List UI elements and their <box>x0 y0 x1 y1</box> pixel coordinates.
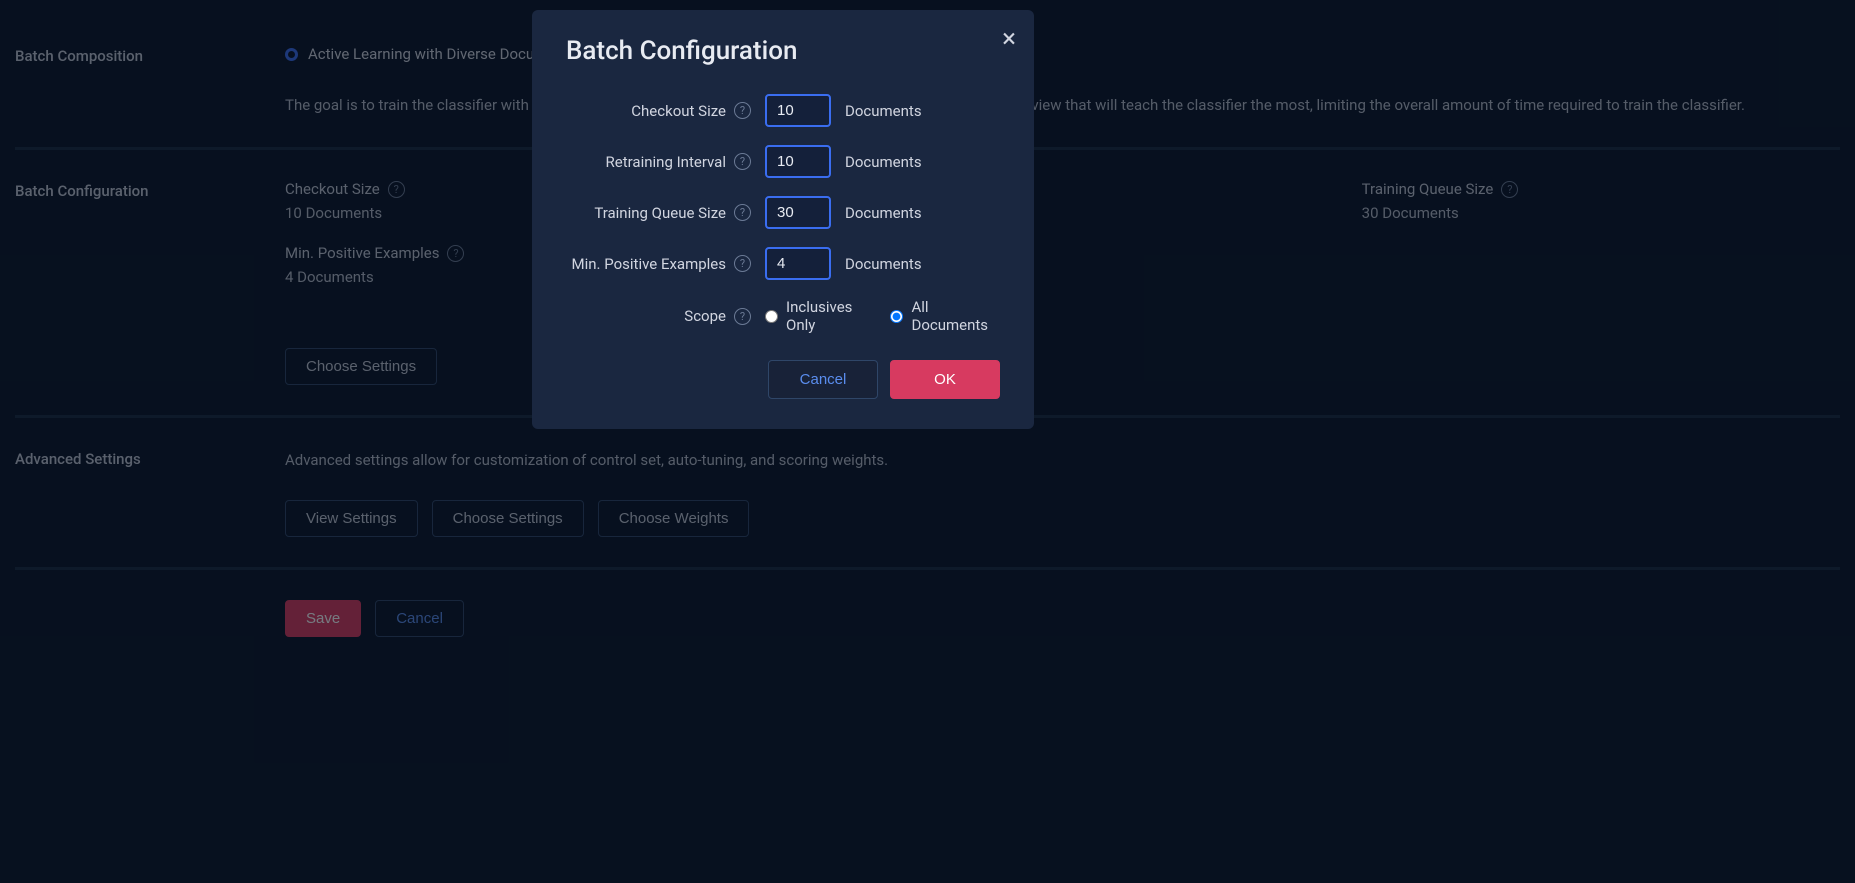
checkout-size-label: Checkout Size <box>285 180 380 198</box>
scope-label: Scope <box>684 307 726 325</box>
batch-configuration-modal: × Batch Configuration Checkout Size ? Do… <box>532 10 1034 429</box>
min-positive-input[interactable] <box>765 247 831 280</box>
unit-label: Documents <box>845 153 922 171</box>
unit-label: Documents <box>845 102 922 120</box>
scope-inclusives-radio[interactable] <box>765 310 778 323</box>
help-icon[interactable]: ? <box>388 181 405 198</box>
help-icon[interactable]: ? <box>734 102 751 119</box>
modal-cancel-button[interactable]: Cancel <box>768 360 878 399</box>
training-queue-input[interactable] <box>765 196 831 229</box>
section-page-actions: Save Cancel <box>15 567 1840 667</box>
training-queue-label: Training Queue Size <box>594 204 726 222</box>
radio-active-learning-icon[interactable] <box>285 48 298 61</box>
save-button[interactable]: Save <box>285 600 361 637</box>
close-icon[interactable]: × <box>1002 26 1016 52</box>
section-title-advanced: Advanced Settings <box>15 448 285 537</box>
retraining-interval-input[interactable] <box>765 145 831 178</box>
view-settings-button[interactable]: View Settings <box>285 500 418 537</box>
scope-all-radio[interactable] <box>890 310 903 323</box>
cancel-button[interactable]: Cancel <box>375 600 464 637</box>
training-queue-label: Training Queue Size <box>1362 180 1494 198</box>
help-icon[interactable]: ? <box>734 308 751 325</box>
modal-ok-button[interactable]: OK <box>890 360 1000 399</box>
scope-inclusives-label: Inclusives Only <box>786 298 876 334</box>
modal-title: Batch Configuration <box>566 36 1000 66</box>
scope-all-label: All Documents <box>911 298 1000 334</box>
training-queue-value: 30 Documents <box>1362 204 1840 222</box>
checkout-size-label: Checkout Size <box>631 102 726 120</box>
choose-weights-button[interactable]: Choose Weights <box>598 500 750 537</box>
composition-description: The goal is to train the classifier with… <box>285 93 1805 117</box>
checkout-size-input[interactable] <box>765 94 831 127</box>
min-positive-label: Min. Positive Examples <box>285 244 439 262</box>
unit-label: Documents <box>845 204 922 222</box>
choose-settings-button[interactable]: Choose Settings <box>432 500 584 537</box>
section-title-config: Batch Configuration <box>15 180 285 385</box>
help-icon[interactable]: ? <box>734 204 751 221</box>
section-advanced-settings: Advanced Settings Advanced settings allo… <box>15 415 1840 567</box>
retraining-interval-label: Retraining Interval <box>606 153 726 171</box>
min-positive-label: Min. Positive Examples <box>572 255 726 273</box>
section-title-composition: Batch Composition <box>15 45 285 117</box>
unit-label: Documents <box>845 255 922 273</box>
help-icon[interactable]: ? <box>734 255 751 272</box>
help-icon[interactable]: ? <box>447 245 464 262</box>
help-icon[interactable]: ? <box>734 153 751 170</box>
advanced-description: Advanced settings allow for customizatio… <box>285 448 1805 472</box>
choose-settings-button[interactable]: Choose Settings <box>285 348 437 385</box>
help-icon[interactable]: ? <box>1501 181 1518 198</box>
